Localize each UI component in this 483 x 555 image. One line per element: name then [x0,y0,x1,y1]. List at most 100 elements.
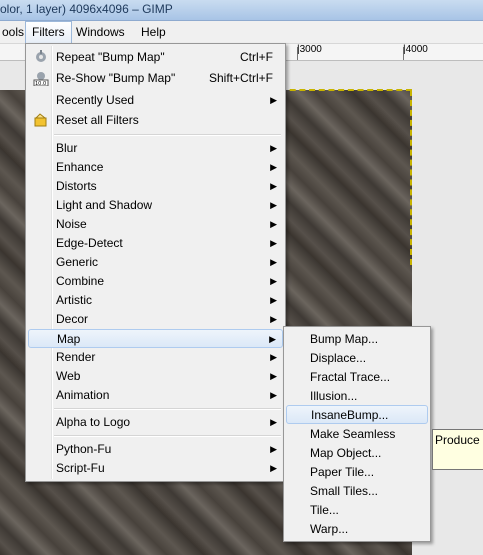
menu-item-map[interactable]: Map ▶ [28,329,283,348]
menu-item-insanebump[interactable]: InsaneBump... [286,405,428,424]
menu-item-warp[interactable]: Warp... [286,520,428,539]
menu-item-label: Web [56,369,81,383]
menu-item-combine[interactable]: Combine ▶ [28,272,283,291]
menu-item-illusion[interactable]: Illusion... [286,387,428,406]
menu-item-label: Distorts [56,179,97,193]
menu-item-label: Noise [56,217,87,231]
menu-item-label: Illusion... [310,389,358,403]
menubar: ools Filters Windows Help [0,21,483,44]
submenu-arrow-icon: ▶ [270,390,277,400]
menu-item-label: Displace... [310,351,367,365]
submenu-arrow-icon: ▶ [270,238,277,248]
menu-item-animation[interactable]: Animation ▶ [28,386,283,405]
submenu-arrow-icon: ▶ [270,295,277,305]
menu-item-label: Repeat "Bump Map" [56,50,165,64]
menu-item-light-and-shadow[interactable]: Light and Shadow ▶ [28,196,283,215]
menu-separator [54,435,281,437]
menu-item-label: Alpha to Logo [56,415,131,429]
menu-item-python-fu[interactable]: Python-Fu ▶ [28,440,283,459]
menu-item-generic[interactable]: Generic ▶ [28,253,283,272]
menu-item-displace[interactable]: Displace... [286,349,428,368]
menu-item-label: Edge-Detect [56,236,123,250]
menu-item-distorts[interactable]: Distorts ▶ [28,177,283,196]
menu-item-decor[interactable]: Decor ▶ [28,310,283,329]
svg-text:10.0: 10.0 [35,81,46,86]
layer-boundary [410,90,412,265]
menu-item-label: Re-Show "Bump Map" [56,71,176,85]
menu-item-bump-map[interactable]: Bump Map... [286,330,428,349]
menu-item-label: Script-Fu [56,461,105,475]
submenu-arrow-icon: ▶ [270,371,277,381]
menu-item-label: Light and Shadow [56,198,153,212]
menu-item-paper-tile[interactable]: Paper Tile... [286,463,428,482]
reset-filters-icon [33,113,49,128]
menu-item-make-seamless[interactable]: Make Seamless [286,425,428,444]
reshow-filter-icon: 10.0 [33,71,49,87]
menubar-filters[interactable]: Filters [25,21,72,43]
menu-item-label: Recently Used [56,93,135,107]
menu-item-fractal-trace[interactable]: Fractal Trace... [286,368,428,387]
menu-item-label: Fractal Trace... [310,370,391,384]
menu-item-label: Map [57,332,81,346]
menu-item-label: Python-Fu [56,442,112,456]
submenu-arrow-icon: ▶ [270,352,277,362]
menu-item-shortcut: Ctrl+F [240,50,273,64]
menubar-help[interactable]: Help [135,21,172,43]
menu-item-label: Generic [56,255,99,269]
filters-menu: Repeat "Bump Map" Ctrl+F 10.0 Re-Show "B… [25,43,286,482]
menu-item-label: Enhance [56,160,104,174]
menu-item-reshow-bump-map[interactable]: 10.0 Re-Show "Bump Map" Shift+Ctrl+F [28,69,283,88]
menu-item-label: Combine [56,274,105,288]
submenu-arrow-icon: ▶ [270,219,277,229]
menu-item-web[interactable]: Web ▶ [28,367,283,386]
submenu-arrow-icon: ▶ [270,417,277,427]
menu-item-map-object[interactable]: Map Object... [286,444,428,463]
menu-item-label: Bump Map... [310,332,379,346]
layer-boundary-top [280,89,412,91]
menu-item-label: Paper Tile... [310,465,375,479]
repeat-filter-icon [33,50,49,65]
menu-item-alpha-to-logo[interactable]: Alpha to Logo ▶ [28,413,283,432]
menu-item-label: Warp... [310,522,349,536]
menu-item-label: Blur [56,141,78,155]
menu-item-small-tiles[interactable]: Small Tiles... [286,482,428,501]
menu-item-repeat-bump-map[interactable]: Repeat "Bump Map" Ctrl+F [28,48,283,67]
submenu-arrow-icon: ▶ [270,181,277,191]
menu-item-enhance[interactable]: Enhance ▶ [28,158,283,177]
menubar-windows[interactable]: Windows [70,21,131,43]
menu-item-label: Small Tiles... [310,484,379,498]
tooltip: Produce [432,429,483,470]
submenu-arrow-icon: ▶ [270,314,277,324]
submenu-arrow-icon: ▶ [270,95,277,105]
menu-item-artistic[interactable]: Artistic ▶ [28,291,283,310]
menu-item-label: Tile... [310,503,339,517]
menu-item-edge-detect[interactable]: Edge-Detect ▶ [28,234,283,253]
submenu-arrow-icon: ▶ [270,162,277,172]
window-title-bar: olor, 1 layer) 4096x4096 – GIMP [0,0,483,21]
menu-item-label: Map Object... [310,446,382,460]
submenu-arrow-icon: ▶ [269,334,276,344]
menu-separator [54,134,281,136]
tooltip-text: Produce [435,433,480,447]
map-submenu: Bump Map... Displace... Fractal Trace...… [283,326,431,542]
submenu-arrow-icon: ▶ [270,444,277,454]
menu-item-recently-used[interactable]: Recently Used ▶ [28,91,283,110]
submenu-arrow-icon: ▶ [270,143,277,153]
menu-item-label: Render [56,350,96,364]
menu-item-label: Reset all Filters [56,113,139,127]
submenu-arrow-icon: ▶ [270,200,277,210]
menu-item-reset-all-filters[interactable]: Reset all Filters [28,111,283,130]
submenu-arrow-icon: ▶ [270,257,277,267]
menu-item-label: InsaneBump... [311,408,389,422]
menu-item-label: Decor [56,312,89,326]
menu-item-noise[interactable]: Noise ▶ [28,215,283,234]
menu-item-blur[interactable]: Blur ▶ [28,139,283,158]
menu-item-render[interactable]: Render ▶ [28,348,283,367]
menu-item-tile[interactable]: Tile... [286,501,428,520]
menu-item-label: Animation [56,388,110,402]
menu-item-label: Make Seamless [310,427,396,441]
window-title: olor, 1 layer) 4096x4096 – GIMP [0,2,173,16]
menu-item-script-fu[interactable]: Script-Fu ▶ [28,459,283,478]
menu-item-shortcut: Shift+Ctrl+F [208,71,273,85]
ruler-label: |4000 [403,44,428,55]
